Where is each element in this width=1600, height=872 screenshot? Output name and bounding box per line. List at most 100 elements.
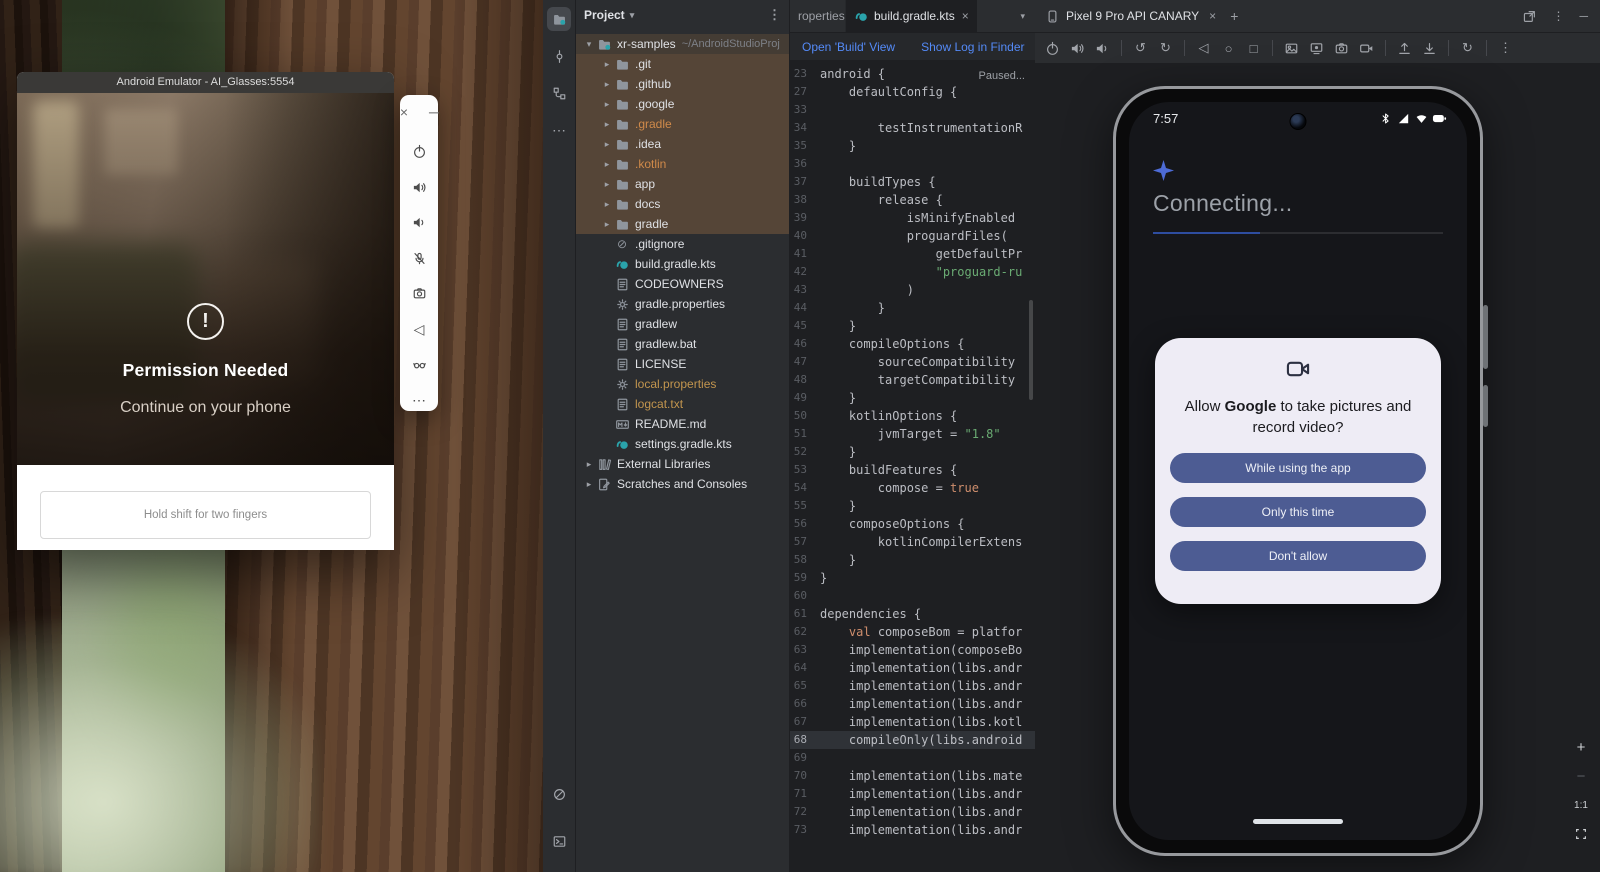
emulator-screen[interactable]: ! Permission Needed Continue on your pho… bbox=[17, 93, 394, 465]
more-h-icon[interactable]: ⋯ bbox=[547, 118, 571, 142]
chevron-closed-icon[interactable]: ▸ bbox=[600, 79, 614, 90]
mic-off-icon[interactable] bbox=[408, 247, 430, 269]
tree-item-xr-samples[interactable]: ▾xr-samples~/AndroidStudioProj bbox=[576, 34, 789, 54]
volume-up-icon[interactable] bbox=[1069, 40, 1086, 57]
gradle-icon bbox=[614, 256, 630, 272]
back-icon[interactable]: ◁ bbox=[1195, 40, 1212, 57]
show-log-link[interactable]: Show Log in Finder bbox=[921, 40, 1024, 54]
tree-item--gitignore[interactable]: ⊘.gitignore bbox=[576, 234, 789, 254]
camera-icon[interactable] bbox=[1333, 40, 1350, 57]
project-panel-title[interactable]: Project bbox=[584, 8, 625, 22]
chevron-closed-icon[interactable]: ▸ bbox=[600, 119, 614, 130]
tree-item-gradle-properties[interactable]: gradle.properties bbox=[576, 294, 789, 314]
terminal-icon[interactable] bbox=[548, 829, 572, 853]
zoom-in-button[interactable]: + bbox=[1571, 737, 1591, 757]
chevron-closed-icon[interactable]: ▸ bbox=[600, 159, 614, 170]
overview-icon[interactable]: □ bbox=[1245, 40, 1262, 57]
tree-item-local-properties[interactable]: local.properties bbox=[576, 374, 789, 394]
tree-item-external-libraries[interactable]: ▸External Libraries bbox=[576, 454, 789, 474]
structure-icon[interactable] bbox=[547, 81, 571, 105]
tree-item--google[interactable]: ▸.google bbox=[576, 94, 789, 114]
tree-item-build-gradle-kts[interactable]: build.gradle.kts bbox=[576, 254, 789, 274]
glasses-icon[interactable] bbox=[408, 354, 430, 376]
open-new-icon[interactable] bbox=[1522, 9, 1537, 24]
tab-build-gradle-kts[interactable]: build.gradle.kts × bbox=[846, 0, 977, 32]
tree-item-gradle[interactable]: ▸ gradle bbox=[576, 214, 789, 234]
chevron-closed-icon[interactable]: ▸ bbox=[600, 139, 614, 150]
tree-item-app[interactable]: ▸app bbox=[576, 174, 789, 194]
more-h-icon[interactable]: ⋯ bbox=[408, 389, 430, 411]
permission-button-while-using-the-app[interactable]: While using the app bbox=[1170, 453, 1426, 483]
tree-item-gradlew[interactable]: gradlew bbox=[576, 314, 789, 334]
tree-item-label: gradle bbox=[635, 217, 668, 231]
permission-button-only-this-time[interactable]: Only this time bbox=[1170, 497, 1426, 527]
more-v-icon[interactable]: ⋮ bbox=[1552, 9, 1564, 24]
tree-item-gradlew-bat[interactable]: gradlew.bat bbox=[576, 334, 789, 354]
rotate-left-icon[interactable]: ↺ bbox=[1132, 40, 1149, 57]
code-area[interactable]: 23android {27 defaultConfig {3334 testIn… bbox=[790, 61, 1035, 839]
close-icon[interactable]: × bbox=[1209, 9, 1216, 23]
close-icon[interactable]: × bbox=[962, 9, 969, 23]
chevron-closed-icon[interactable]: ▸ bbox=[582, 459, 596, 470]
volume-down-icon[interactable] bbox=[408, 212, 430, 234]
more-v-icon[interactable]: ⋮ bbox=[1497, 40, 1514, 57]
minimize-icon[interactable]: ─ bbox=[1579, 9, 1588, 24]
permission-button-don-t-allow[interactable]: Don't allow bbox=[1170, 541, 1426, 571]
video-icon[interactable] bbox=[1358, 40, 1375, 57]
power-icon[interactable] bbox=[408, 141, 430, 163]
tree-item--git[interactable]: ▸.git bbox=[576, 54, 789, 74]
folder-icon bbox=[614, 216, 630, 232]
commit-icon[interactable] bbox=[547, 44, 571, 68]
chevron-closed-icon[interactable]: ▸ bbox=[600, 99, 614, 110]
chevron-closed-icon[interactable]: ▸ bbox=[600, 199, 614, 210]
chevron-down-icon[interactable]: ▾ bbox=[630, 10, 635, 21]
tab-gradle-properties[interactable]: roperties bbox=[790, 0, 846, 32]
restart-icon[interactable]: ↻ bbox=[1459, 40, 1476, 57]
zoom-out-button[interactable]: − bbox=[1571, 766, 1591, 786]
download-icon[interactable] bbox=[1421, 40, 1438, 57]
tree-item-license[interactable]: LICENSE bbox=[576, 354, 789, 374]
editor-scrollbar[interactable] bbox=[1029, 300, 1033, 400]
code-line: 67 implementation(libs.kotl bbox=[790, 713, 1035, 731]
screenshot-icon[interactable] bbox=[1283, 40, 1300, 57]
problems-icon[interactable] bbox=[548, 782, 572, 806]
chevron-closed-icon[interactable]: ▸ bbox=[600, 179, 614, 190]
home-icon[interactable]: ○ bbox=[1220, 40, 1237, 57]
fit-screen-button[interactable] bbox=[1571, 824, 1591, 844]
more-vertical-icon[interactable]: ⋮ bbox=[768, 7, 781, 23]
tree-item--github[interactable]: ▸.github bbox=[576, 74, 789, 94]
tree-item--gradle[interactable]: ▸.gradle bbox=[576, 114, 789, 134]
project-icon[interactable] bbox=[547, 7, 571, 31]
record-icon[interactable] bbox=[1308, 40, 1325, 57]
emulator-title[interactable]: Android Emulator - AI_Glasses:5554 bbox=[17, 72, 394, 93]
add-device-tab-icon[interactable]: + bbox=[1230, 8, 1238, 24]
phone-screen[interactable]: 7:57 Connecting... bbox=[1129, 102, 1467, 840]
minimize-icon[interactable]: ─ bbox=[423, 101, 445, 123]
tree-item--idea[interactable]: ▸.idea bbox=[576, 134, 789, 154]
zoom-ratio-button[interactable]: 1:1 bbox=[1571, 795, 1591, 815]
hidden-tabs-chevron-icon[interactable]: ▾ bbox=[1010, 11, 1035, 22]
chevron-closed-icon[interactable]: ▸ bbox=[600, 59, 614, 70]
tree-item-settings-gradle-kts[interactable]: settings.gradle.kts bbox=[576, 434, 789, 454]
volume-up-icon[interactable] bbox=[408, 176, 430, 198]
open-build-view-link[interactable]: Open 'Build' View bbox=[802, 40, 895, 54]
tree-item-logcat-txt[interactable]: logcat.txt bbox=[576, 394, 789, 414]
tree-item-docs[interactable]: ▸docs bbox=[576, 194, 789, 214]
camera-icon[interactable] bbox=[408, 283, 430, 305]
tree-item-readme-md[interactable]: README.md bbox=[576, 414, 789, 434]
tree-item-codeowners[interactable]: CODEOWNERS bbox=[576, 274, 789, 294]
rotate-right-icon[interactable]: ↻ bbox=[1157, 40, 1174, 57]
chevron-open-icon[interactable]: ▾ bbox=[582, 39, 596, 50]
volume-down-icon[interactable] bbox=[1094, 40, 1111, 57]
navigation-handle[interactable] bbox=[1253, 819, 1343, 824]
device-tab-pixel-9-pro[interactable]: Pixel 9 Pro API CANARY × bbox=[1045, 9, 1216, 24]
back-icon[interactable]: ◁ bbox=[408, 318, 430, 340]
tree-item-scratches-and-consoles[interactable]: ▸Scratches and Consoles bbox=[576, 474, 789, 494]
chevron-closed-icon[interactable]: ▸ bbox=[600, 219, 614, 230]
toolbar-separator bbox=[1448, 40, 1449, 56]
power-icon[interactable] bbox=[1044, 40, 1061, 57]
tree-item--kotlin[interactable]: ▸.kotlin bbox=[576, 154, 789, 174]
upload-icon[interactable] bbox=[1396, 40, 1413, 57]
chevron-closed-icon[interactable]: ▸ bbox=[582, 479, 596, 490]
close-icon[interactable]: × bbox=[393, 101, 415, 123]
